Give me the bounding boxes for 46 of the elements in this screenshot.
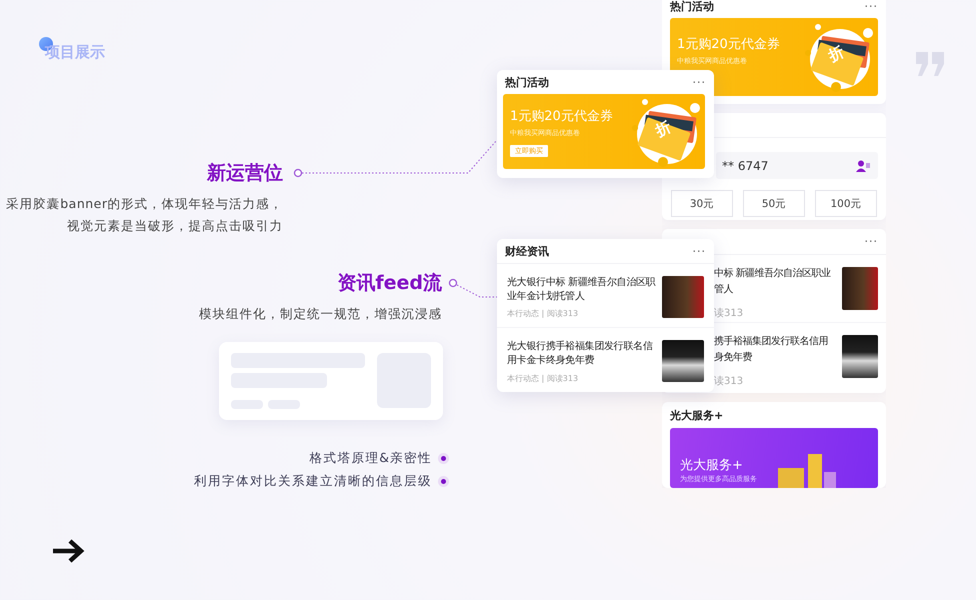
more-button[interactable]: ··· [864, 0, 878, 12]
feature-description: 采用胶囊banner的形式，体现年轻与活力感， [6, 196, 283, 212]
feature-title: 新运营位 [207, 161, 283, 186]
principle-text: 格式塔原理&亲密性 [309, 450, 432, 467]
photo-placeholder [842, 335, 878, 378]
photo-placeholder [662, 340, 704, 382]
discount-label: 折 [652, 117, 674, 141]
more-button[interactable]: ··· [864, 235, 878, 248]
photo-placeholder [842, 267, 878, 310]
feature-description: 视觉元素是当破形，提高点击吸引力 [67, 218, 283, 234]
amount-button[interactable]: 100元 [815, 190, 877, 217]
card-title: 热门活动 [670, 0, 714, 14]
feature-description: 模块组件化，制定统一规范，增强沉浸感 [199, 306, 442, 322]
amount-button[interactable]: 30元 [671, 190, 733, 217]
news-meta: 本行动态 | 阅读313 [507, 373, 580, 384]
news-meta: 读313 [714, 306, 744, 320]
more-button[interactable]: ··· [692, 244, 706, 258]
banner-headline: 光大服务+ [680, 457, 743, 474]
principle-text: 利用字体对比关系建立清晰的信息层级 [194, 473, 432, 490]
right-arrow-icon[interactable] [53, 539, 86, 563]
news-title[interactable]: 身免年费 [714, 351, 828, 364]
phone-number-field[interactable]: ** 6747 [716, 152, 878, 179]
news-title[interactable]: 携手裕福集团发行联名信用 [714, 335, 828, 348]
banner-headline: 1元购20元代金券 [677, 36, 780, 52]
feature-title: 资讯feed流 [337, 271, 442, 296]
card-title: 热门活动 [505, 74, 549, 90]
more-button[interactable]: ··· [692, 76, 706, 88]
news-meta: 读313 [714, 374, 744, 388]
phone-number: ** 6747 [722, 158, 768, 172]
contact-icon[interactable] [856, 160, 870, 172]
bullet-dot-icon [441, 456, 446, 461]
news-title[interactable]: 光大银行中标 新疆维吾尔自治区职业年金计划托管人 [507, 276, 657, 304]
news-title[interactable]: 光大银行携手裕福集团发行联名信用卡金卡终身免年费 [507, 340, 657, 368]
amount-button[interactable]: 50元 [743, 190, 805, 217]
bullet-dot-icon [441, 479, 446, 484]
news-title[interactable]: 管人 [714, 283, 831, 296]
news-meta: 本行动态 | 阅读313 [507, 308, 580, 319]
banner-headline: 1元购20元代金券 [510, 108, 613, 124]
discount-label: 折 [826, 42, 848, 66]
news-title[interactable]: 中标 新疆维吾尔自治区职业 [714, 267, 831, 280]
page-title: 项目展示 [45, 43, 105, 62]
building-drawing [778, 454, 838, 488]
card-title: 光大服务+ [670, 408, 724, 422]
quote-icon [916, 52, 946, 76]
photo-placeholder [662, 276, 704, 318]
card-title: 财经资讯 [505, 244, 549, 258]
